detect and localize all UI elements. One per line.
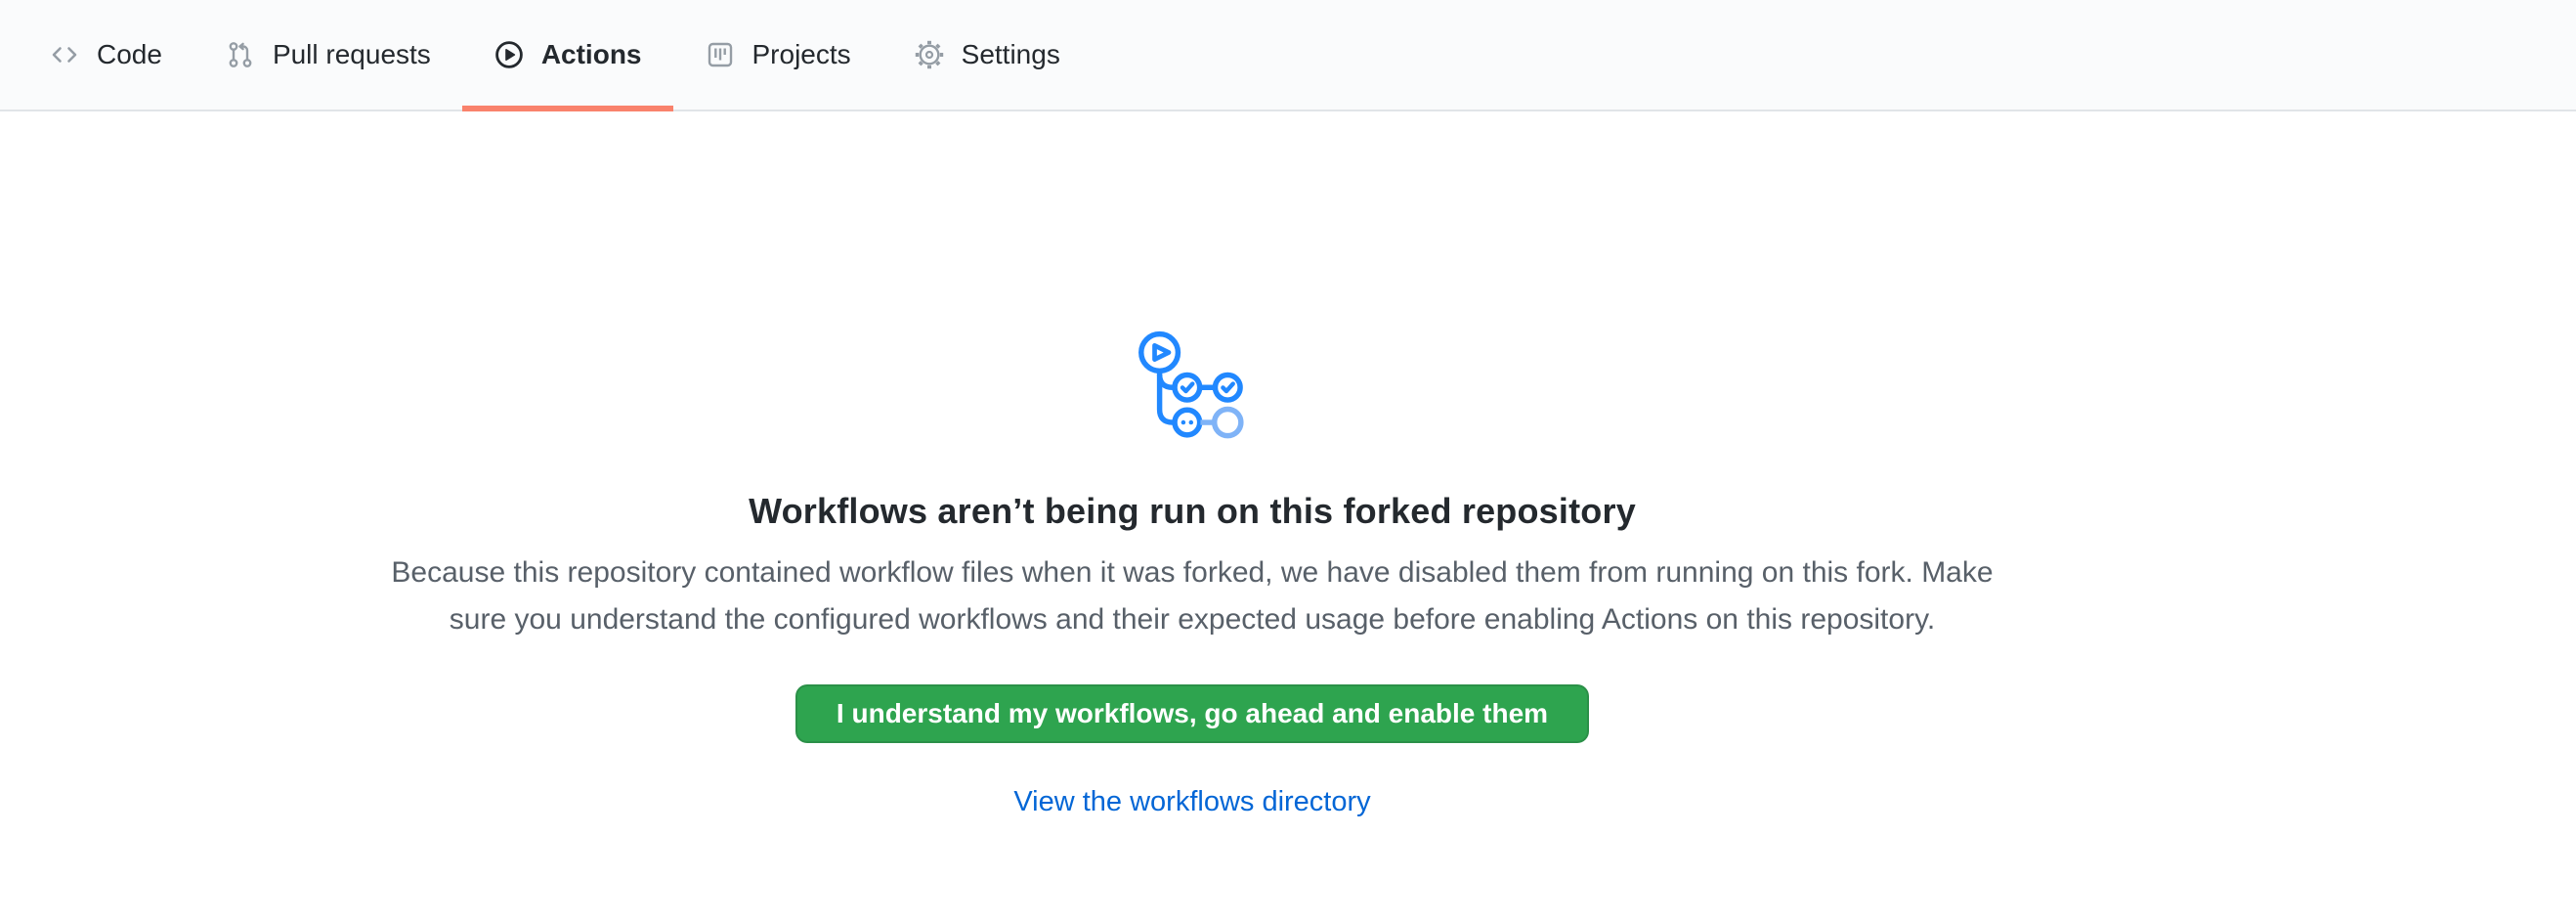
view-workflows-directory-link[interactable]: View the workflows directory bbox=[1013, 786, 1370, 818]
tab-pull-requests[interactable]: Pull requests bbox=[193, 0, 462, 110]
blankslate-title: Workflows aren’t being run on this forke… bbox=[749, 491, 1636, 532]
git-pull-request-icon bbox=[225, 39, 256, 70]
enable-workflows-button[interactable]: I understand my workflows, go ahead and … bbox=[795, 684, 1589, 743]
tab-projects[interactable]: Projects bbox=[673, 0, 882, 110]
tab-actions[interactable]: Actions bbox=[462, 0, 673, 110]
tab-settings[interactable]: Settings bbox=[882, 0, 1092, 110]
workflow-graph-icon bbox=[1138, 329, 1248, 444]
tab-pull-requests-label: Pull requests bbox=[273, 39, 431, 70]
gear-icon bbox=[914, 39, 945, 70]
tab-projects-label: Projects bbox=[752, 39, 851, 70]
tab-code-label: Code bbox=[97, 39, 162, 70]
actions-blankslate: Workflows aren’t being run on this forke… bbox=[0, 111, 2384, 818]
tab-code[interactable]: Code bbox=[18, 0, 193, 110]
repo-tabbar: Code Pull requests Actions bbox=[0, 0, 2576, 111]
play-circle-icon bbox=[494, 39, 525, 70]
project-icon bbox=[705, 39, 736, 70]
tab-settings-label: Settings bbox=[962, 39, 1060, 70]
blankslate-description: Because this repository contained workfl… bbox=[391, 549, 1994, 643]
tab-actions-label: Actions bbox=[541, 39, 642, 70]
code-icon bbox=[49, 39, 80, 70]
